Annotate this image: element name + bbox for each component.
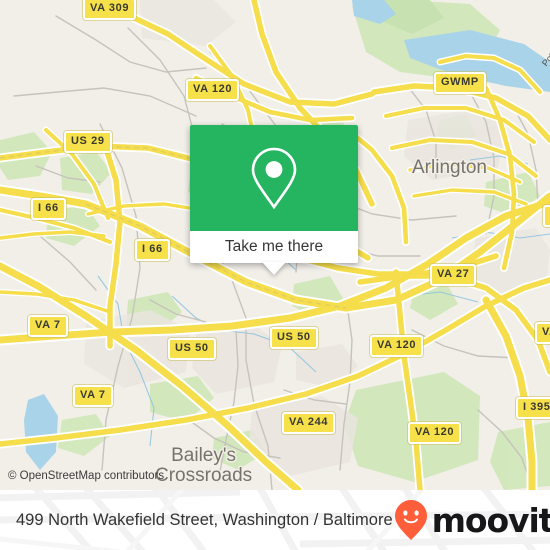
poi-card-action[interactable]: Take me there	[190, 231, 358, 263]
place-label-line: Bailey's	[171, 445, 237, 466]
road-shield: VA 244	[282, 412, 336, 434]
road-shield: VA 120	[370, 335, 424, 357]
take-me-there-label: Take me there	[224, 238, 324, 255]
moovit-brand[interactable]: moovit	[393, 499, 550, 541]
map-pin-icon	[251, 147, 297, 210]
osm-attribution[interactable]: © OpenStreetMap contributors	[8, 470, 164, 482]
map-canvas[interactable]: VA 309 VA 120 GWMP US 29 I 66 I 66 VA 27 VA 120…	[0, 0, 550, 490]
place-label-line: Crossroads	[155, 465, 253, 486]
map-screenshot: VA 309 VA 120 GWMP US 29 I 66 I 66 VA 27 VA 120…	[0, 0, 550, 550]
address-label: 499 North Wakefield Street, Washington /…	[16, 510, 393, 529]
place-label: Bailey's Crossroads	[155, 446, 252, 486]
road-shield: US 50	[270, 327, 318, 349]
road-shield: GWMP	[434, 72, 486, 94]
road-shield: VA 27	[430, 264, 477, 286]
poi-card-header	[190, 125, 358, 231]
callout-pointer	[262, 262, 286, 275]
road-shield: VA 7	[73, 385, 113, 407]
road-shield: I 395	[516, 397, 550, 419]
road-shield: VA 120	[186, 79, 240, 101]
road-shield: VA 7	[28, 315, 68, 337]
moovit-wordmark: moovit	[431, 500, 550, 540]
footer-content: 499 North Wakefield Street, Washington /…	[0, 490, 550, 550]
road-shield: I 66	[31, 198, 66, 220]
road-shield: VA 120	[408, 422, 462, 444]
road-shield: US 50	[168, 338, 216, 360]
road-shield: VA	[543, 205, 550, 227]
road-shield: VA	[535, 322, 550, 344]
poi-callout-card[interactable]: Take me there	[190, 125, 358, 275]
road-shield: I 66	[135, 239, 170, 261]
moovit-smiley-pin-icon	[394, 500, 427, 540]
place-label-line: Arlington	[412, 157, 487, 178]
place-label: Arlington	[412, 157, 487, 179]
road-shield: US 29	[64, 131, 112, 153]
footer-bar: 499 North Wakefield Street, Washington /…	[0, 490, 550, 550]
road-shield: VA 309	[83, 0, 137, 20]
